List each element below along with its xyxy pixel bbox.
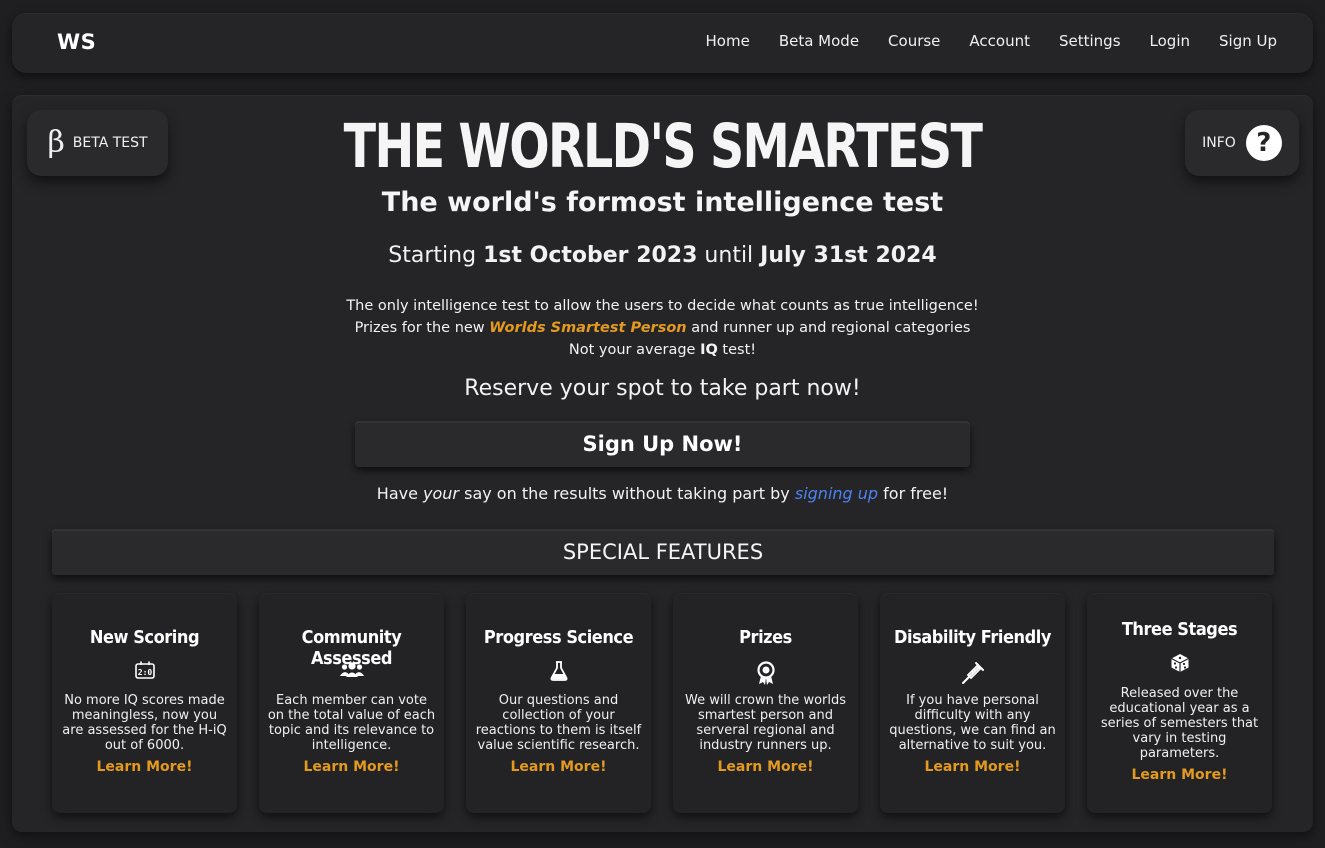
- nav-sign-up[interactable]: Sign Up: [1219, 32, 1277, 50]
- page-title: THE WORLD'S SMARTEST: [343, 110, 983, 182]
- learn-more-link[interactable]: Learn More!: [259, 759, 444, 775]
- feature-text: Each member can vote on the total value …: [267, 693, 436, 753]
- dice-icon: [1170, 654, 1189, 672]
- question-icon: ?: [1245, 125, 1282, 161]
- beta-icon: β: [47, 125, 65, 160]
- feature-card-community-assessed: Community Assessed Each member can vote …: [259, 593, 444, 813]
- nav-course[interactable]: Course: [888, 32, 940, 50]
- nav-home[interactable]: Home: [706, 32, 750, 50]
- page-subtitle: The world's formost intelligence test: [381, 187, 944, 218]
- say-line: Have your say on the results without tak…: [12, 484, 1313, 503]
- svg-text:2:0: 2:0: [137, 668, 152, 677]
- feature-title: Disability Friendly: [893, 627, 1052, 648]
- worlds-smartest-person: Worlds Smartest Person: [489, 320, 687, 336]
- logo[interactable]: WS: [57, 30, 96, 54]
- line2-suffix: and runner up and regional categories: [686, 320, 971, 336]
- dates-middle: until: [697, 243, 761, 268]
- feature-text: No more IQ scores made meaningless, now …: [62, 693, 227, 753]
- feature-cards: New Scoring 2:0 No more IQ scores made m…: [52, 593, 1274, 813]
- feature-title: Three Stages: [1121, 619, 1238, 640]
- nav-beta-mode[interactable]: Beta Mode: [779, 32, 859, 50]
- learn-more-link[interactable]: Learn More!: [880, 759, 1065, 775]
- feature-card-disability-friendly: Disability Friendly If you have personal…: [880, 593, 1065, 813]
- nav-settings[interactable]: Settings: [1059, 32, 1121, 50]
- flask-icon: [550, 661, 567, 681]
- learn-more-link[interactable]: Learn More!: [466, 759, 651, 775]
- iq-bold: IQ: [700, 342, 718, 358]
- signing-up-link[interactable]: signing up: [795, 484, 878, 503]
- say-middle: say on the results without taking part b…: [459, 484, 795, 503]
- say-suffix: for free!: [878, 484, 949, 503]
- scoreboard-icon: 2:0: [134, 661, 155, 679]
- nav-account[interactable]: Account: [969, 32, 1030, 50]
- line2-prefix: Prizes for the new: [354, 320, 490, 336]
- description-line-1: The only intelligence test to allow the …: [346, 298, 979, 314]
- feature-card-progress-science: Progress Science Our questions and colle…: [466, 593, 651, 813]
- nav-login[interactable]: Login: [1150, 32, 1190, 50]
- feature-title: Progress Science: [483, 627, 634, 648]
- learn-more-link[interactable]: Learn More!: [1087, 767, 1272, 783]
- navbar: WS Home Beta Mode Course Account Setting…: [12, 13, 1313, 73]
- feature-text: Released over the educational year as a …: [1100, 686, 1259, 761]
- dates-prefix: Starting: [388, 243, 484, 268]
- description-line-2: Prizes for the new Worlds Smartest Perso…: [12, 317, 1313, 339]
- people-icon: [339, 662, 364, 677]
- feature-title: New Scoring: [89, 627, 200, 648]
- dates-line: Starting 1st October 2023 until July 31s…: [12, 243, 1313, 268]
- description-line-3: Not your average IQ test!: [12, 339, 1313, 361]
- feature-card-new-scoring: New Scoring 2:0 No more IQ scores made m…: [52, 593, 237, 813]
- say-prefix: Have: [376, 484, 424, 503]
- nav-links: Home Beta Mode Course Account Settings L…: [677, 32, 1277, 50]
- feature-card-prizes: Prizes We will crown the worlds smartest…: [673, 593, 858, 813]
- description: The only intelligence test to allow the …: [12, 295, 1313, 361]
- feature-card-three-stages: Three Stages Released over the education…: [1087, 593, 1272, 813]
- feature-text: Our questions and collection of your rea…: [475, 693, 642, 753]
- feature-title: Prizes: [739, 627, 792, 648]
- info-label: INFO: [1202, 135, 1236, 151]
- line3-prefix: Not your average: [568, 342, 701, 358]
- feature-text: We will crown the worlds smartest person…: [684, 693, 847, 753]
- line3-suffix: test!: [717, 342, 757, 358]
- learn-more-link[interactable]: Learn More!: [52, 759, 237, 775]
- feature-text: If you have personal difficulty with any…: [889, 693, 1056, 753]
- syringe-icon: [961, 662, 984, 684]
- say-italic: your: [423, 484, 460, 503]
- main-panel: β BETA TEST INFO ? THE WORLD'S SMARTEST …: [12, 95, 1313, 832]
- award-icon: [756, 661, 775, 685]
- special-features-heading: SPECIAL FEATURES: [52, 529, 1274, 575]
- learn-more-link[interactable]: Learn More!: [673, 759, 858, 775]
- sign-up-now-button[interactable]: Sign Up Now!: [355, 421, 970, 467]
- start-date: 1st October 2023: [483, 243, 698, 268]
- end-date: July 31st 2024: [760, 243, 937, 268]
- info-button[interactable]: INFO ?: [1185, 110, 1299, 176]
- reserve-text: Reserve your spot to take part now!: [464, 376, 861, 401]
